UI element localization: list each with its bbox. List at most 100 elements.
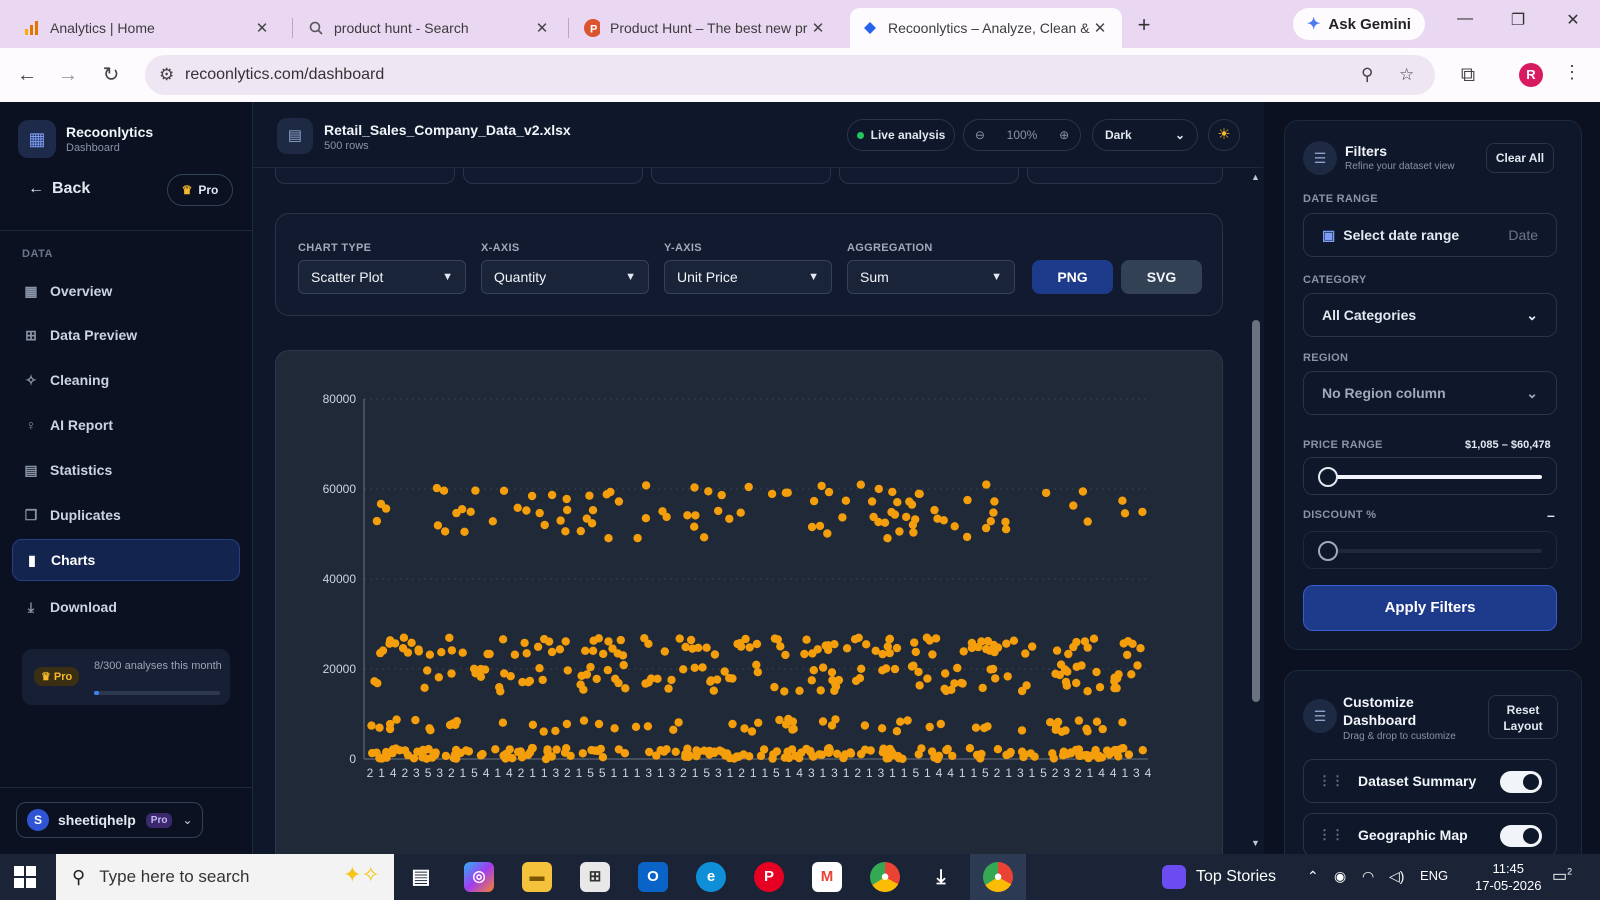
scatter-point xyxy=(838,513,847,522)
filters-card: ☰ Filters Refine your dataset view Clear… xyxy=(1284,120,1582,650)
minimize-icon[interactable]: — xyxy=(1450,10,1480,28)
copilot-icon[interactable]: ◎ xyxy=(464,862,494,892)
scatter-point xyxy=(733,639,742,649)
zoom-out-icon[interactable]: ⊖ xyxy=(975,128,985,142)
file-icon: ▤ xyxy=(277,118,313,154)
new-tab-button[interactable]: + xyxy=(1130,12,1158,40)
region-label: REGION xyxy=(1303,352,1349,364)
taskbar-search[interactable]: ⚲ Type here to search ✦✧ xyxy=(56,854,394,900)
chevron-up-icon[interactable]: ⌃ xyxy=(1307,868,1319,885)
scatter-point xyxy=(736,508,745,517)
sidebar-item-duplicates[interactable]: ❐ Duplicates xyxy=(12,494,240,536)
bookmark-star-icon[interactable]: ☆ xyxy=(1399,55,1414,95)
tab-analytics[interactable]: Analytics | Home ✕ xyxy=(12,8,284,48)
sidebar-item-charts[interactable]: ▮ Charts xyxy=(12,539,240,581)
pro-button[interactable]: ♛ Pro xyxy=(167,174,233,206)
scatter-point xyxy=(950,522,959,531)
outlook-icon[interactable]: O xyxy=(638,862,668,892)
zoom-magnifier-icon[interactable]: ⚲ xyxy=(1361,55,1373,95)
discount-slider[interactable] xyxy=(1303,531,1557,569)
scatter-point xyxy=(809,666,818,675)
scatter-point xyxy=(501,749,511,759)
tab-search-icon[interactable]: ⧉ xyxy=(1455,62,1481,88)
drag-handle-icon[interactable]: ⋮⋮ xyxy=(1318,827,1344,843)
slider-handle[interactable] xyxy=(1318,467,1338,487)
scatter-point xyxy=(885,634,895,643)
aggregation-select[interactable]: Sum ▼ xyxy=(847,260,1015,294)
close-icon[interactable]: ✕ xyxy=(532,19,552,37)
gmail-icon[interactable]: M xyxy=(812,862,842,892)
file-explorer-icon[interactable]: ▬ xyxy=(522,862,552,892)
region-select[interactable]: No Region column ⌄ xyxy=(1303,371,1557,415)
tab-product-hunt[interactable]: P Product Hunt – The best new pr ✕ xyxy=(572,8,840,48)
user-menu[interactable]: S sheetiqhelp Pro ⌄ xyxy=(16,802,203,838)
reload-icon[interactable]: ↻ xyxy=(98,62,124,88)
sun-icon[interactable]: ☀ xyxy=(1208,119,1240,151)
tab-product-hunt-search[interactable]: product hunt - Search ✕ xyxy=(296,8,564,48)
y-axis-select[interactable]: Unit Price ▼ xyxy=(664,260,832,294)
x-axis-select[interactable]: Quantity ▼ xyxy=(481,260,649,294)
site-settings-icon[interactable]: ⚙ xyxy=(159,55,174,95)
wifi-icon[interactable]: ◠ xyxy=(1362,868,1374,885)
sidebar-item-statistics[interactable]: ▤ Statistics xyxy=(12,449,240,491)
top-stories-widget[interactable]: Top Stories xyxy=(1162,854,1276,900)
apply-filters-button[interactable]: Apply Filters xyxy=(1303,585,1557,631)
scrollbar-thumb[interactable] xyxy=(1252,320,1260,702)
address-bar[interactable]: ⚙ recoonlytics.com/dashboard ⚲ ☆ xyxy=(145,55,1435,95)
main-scrollbar[interactable]: ▲ ▼ xyxy=(1248,168,1264,854)
widget-row-dataset-summary[interactable]: ⋮⋮ Dataset Summary xyxy=(1303,759,1557,803)
windows-start-icon[interactable] xyxy=(14,866,36,888)
category-select[interactable]: All Categories ⌄ xyxy=(1303,293,1557,337)
scatter-point xyxy=(372,516,382,526)
live-analysis-badge[interactable]: Live analysis xyxy=(847,119,955,151)
edge-icon[interactable]: e xyxy=(696,862,726,892)
clear-all-button[interactable]: Clear All xyxy=(1486,143,1554,173)
camera-icon[interactable]: ◉ xyxy=(1334,868,1346,885)
export-svg-button[interactable]: SVG xyxy=(1121,260,1202,294)
ask-gemini-button[interactable]: ✦ Ask Gemini xyxy=(1293,8,1425,40)
toggle-switch[interactable] xyxy=(1500,771,1542,793)
slider-handle[interactable] xyxy=(1318,541,1338,561)
ms-store-icon[interactable]: ⊞ xyxy=(580,862,610,892)
drag-handle-icon[interactable]: ⋮⋮ xyxy=(1318,773,1344,789)
windows-taskbar: ⚲ Type here to search ✦✧ ▤ ◎ ▬ ⊞ O e P M… xyxy=(0,854,1600,900)
volume-icon[interactable]: ◁) xyxy=(1389,868,1404,885)
toggle-switch[interactable] xyxy=(1500,825,1542,847)
price-range-slider[interactable] xyxy=(1303,457,1557,495)
sidebar-item-download[interactable]: ⤓ Download xyxy=(12,586,240,628)
task-view-icon[interactable]: ▤ xyxy=(406,862,436,892)
downloads-icon[interactable]: ⤓ xyxy=(926,862,956,892)
reset-layout-button[interactable]: Reset Layout xyxy=(1488,695,1558,739)
menu-kebab-icon[interactable]: ⋮ xyxy=(1563,62,1581,83)
date-range-picker[interactable]: ▣ Select date range Date xyxy=(1303,213,1557,257)
sidebar-item-overview[interactable]: ▦ Overview xyxy=(12,270,240,312)
scatter-point xyxy=(709,686,718,695)
chrome-icon[interactable]: ● xyxy=(870,862,900,892)
scatter-point xyxy=(445,720,455,730)
tab-recoonlytics[interactable]: Recoonlytics – Analyze, Clean & ✕ xyxy=(850,8,1122,48)
sidebar-item-data-preview[interactable]: ⊞ Data Preview xyxy=(12,314,240,356)
scroll-down-icon[interactable]: ▼ xyxy=(1251,838,1260,848)
profile-avatar[interactable]: R xyxy=(1519,63,1543,87)
zoom-in-icon[interactable]: ⊕ xyxy=(1059,128,1069,142)
chart-type-select[interactable]: Scatter Plot ▼ xyxy=(298,260,466,294)
widget-row-geographic-map[interactable]: ⋮⋮ Geographic Map xyxy=(1303,813,1557,854)
language-indicator[interactable]: ENG xyxy=(1420,868,1448,883)
export-png-button[interactable]: PNG xyxy=(1032,260,1113,294)
scroll-up-icon[interactable]: ▲ xyxy=(1251,172,1260,182)
close-icon[interactable]: ✕ xyxy=(1090,19,1110,37)
pinterest-icon[interactable]: P xyxy=(754,862,784,892)
window-close-icon[interactable]: ✕ xyxy=(1558,10,1588,30)
back-arrow-icon[interactable]: ← xyxy=(14,62,40,88)
restore-icon[interactable]: ❐ xyxy=(1503,10,1533,30)
back-button[interactable]: ← Back xyxy=(28,180,90,198)
sidebar-item-cleaning[interactable]: ✧ Cleaning xyxy=(12,359,240,401)
theme-select[interactable]: Dark ⌄ xyxy=(1092,119,1198,151)
forward-arrow-icon[interactable]: → xyxy=(55,62,81,88)
system-clock[interactable]: 11:45 17-05-2026 xyxy=(1475,860,1542,894)
chrome-profile-icon[interactable]: ● xyxy=(983,862,1013,892)
notifications-icon[interactable]: ▭2 xyxy=(1552,866,1572,886)
sidebar-item-ai-report[interactable]: ♀ AI Report xyxy=(12,404,240,446)
close-icon[interactable]: ✕ xyxy=(808,19,828,37)
close-icon[interactable]: ✕ xyxy=(252,19,272,37)
